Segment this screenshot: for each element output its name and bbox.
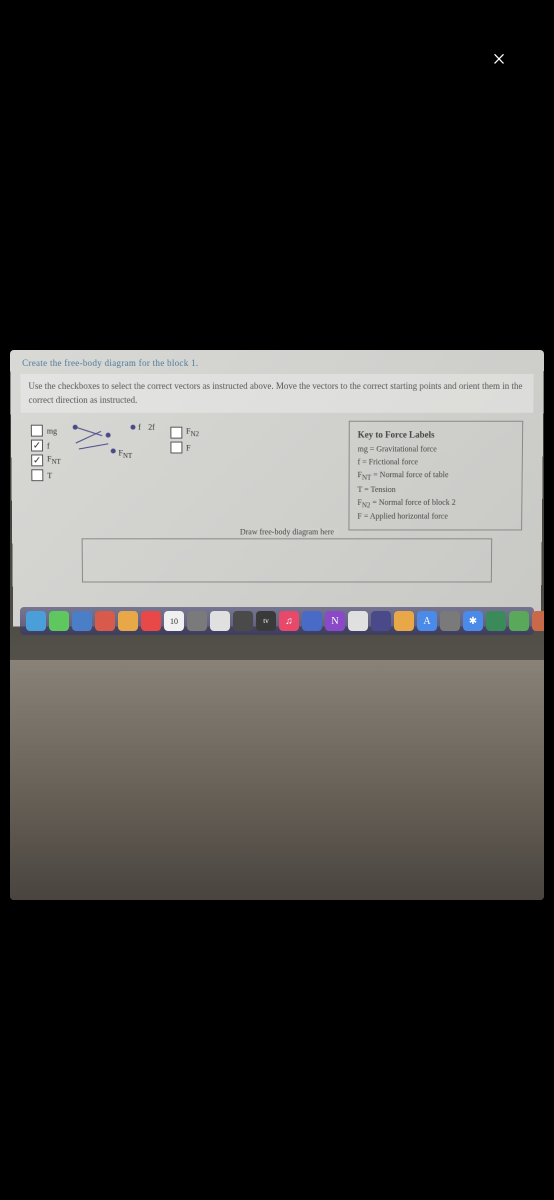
dock-calendar-icon[interactable]: 10 <box>164 611 184 631</box>
key-title: Key to Force Labels <box>358 428 515 442</box>
free-body-diagram-box[interactable]: Draw free-body diagram here <box>82 538 493 582</box>
vector-dot[interactable] <box>130 425 135 430</box>
key-legend: Key to Force Labels mg = Gravitational f… <box>348 421 523 531</box>
key-item: f = Frictional force <box>358 457 514 470</box>
dock-mail-icon[interactable] <box>95 611 115 631</box>
key-item: mg = Gravitational force <box>358 444 514 457</box>
dock-music-icon[interactable]: ♫ <box>279 611 299 631</box>
instructions: Use the checkboxes to select the correct… <box>20 374 533 413</box>
checkbox-fnt[interactable] <box>31 454 43 466</box>
checkbox-F[interactable] <box>170 442 182 454</box>
dock-messages-icon[interactable] <box>49 611 69 631</box>
checkbox-row-t: T <box>31 469 61 481</box>
dock-finder-icon[interactable] <box>26 611 46 631</box>
computer-screen: Create the free-body diagram for the blo… <box>10 350 544 626</box>
dock-app-icon[interactable] <box>210 611 230 631</box>
key-item: F = Applied horizontal force <box>357 511 513 524</box>
vector-label-2f: 2f <box>148 423 155 432</box>
checkbox-row-mg: mg <box>31 425 61 437</box>
diagram-box-label: Draw free-body diagram here <box>236 528 338 537</box>
dock-app-icon[interactable] <box>141 611 161 631</box>
close-button[interactable]: × <box>484 45 514 75</box>
checkbox-row-F: F <box>170 442 199 454</box>
checkbox-label-mg: mg <box>47 426 57 435</box>
checkbox-mg[interactable] <box>31 425 43 437</box>
vector-line <box>75 431 101 444</box>
dock-appstore-icon[interactable]: A <box>417 611 437 631</box>
checkbox-column-right: FN2 F <box>170 423 199 454</box>
macos-dock: 10 tv ♫ N A ✱ <box>20 607 534 635</box>
dock-onenote-icon[interactable]: N <box>325 611 345 631</box>
page-header: Create the free-body diagram for the blo… <box>10 350 544 372</box>
checkbox-t[interactable] <box>31 469 43 481</box>
dock-app-icon[interactable] <box>302 611 322 631</box>
dock-appletv-icon[interactable]: tv <box>256 611 276 631</box>
checkbox-f[interactable] <box>31 440 43 452</box>
vector-dot[interactable] <box>111 449 116 454</box>
dock-app-icon[interactable] <box>394 611 414 631</box>
dock-app-icon[interactable] <box>509 611 529 631</box>
vector-dot[interactable] <box>105 433 110 438</box>
checkbox-row-fn2: FN2 <box>170 427 199 439</box>
dock-bluetooth-icon[interactable]: ✱ <box>463 611 483 631</box>
checkbox-label-F: F <box>186 443 190 452</box>
vector-label-f: f <box>138 423 141 432</box>
vector-label-fnt: FNT <box>118 449 132 460</box>
main-content: mg f FNT T <box>11 421 543 531</box>
dock-photos-icon[interactable] <box>118 611 138 631</box>
key-item: FNT = Normal force of table <box>358 469 514 484</box>
dock-app-icon[interactable] <box>371 611 391 631</box>
checkbox-label-fnt: FNT <box>47 455 61 466</box>
photo-preview: Create the free-body diagram for the blo… <box>10 350 544 900</box>
checkbox-label-t: T <box>47 471 52 480</box>
dock-app-icon[interactable] <box>486 611 506 631</box>
checkbox-row-f: f <box>31 440 61 452</box>
dock-app-icon[interactable] <box>440 611 460 631</box>
dock-safari-icon[interactable] <box>72 611 92 631</box>
desk-surface: Admin. <box>10 660 544 900</box>
dock-app-icon[interactable] <box>233 611 253 631</box>
vector-line <box>79 443 109 449</box>
dock-app-icon[interactable] <box>532 611 544 631</box>
checkbox-row-fnt: FNT <box>31 454 61 466</box>
checkbox-label-f: f <box>47 441 50 450</box>
checkbox-fn2[interactable] <box>170 427 182 439</box>
dock-app-icon[interactable] <box>187 611 207 631</box>
checkbox-column-left: mg f FNT T <box>31 421 62 531</box>
checkbox-label-fn2: FN2 <box>186 427 199 439</box>
key-item: T = Tension <box>357 484 513 497</box>
key-item: FN2 = Normal force of block 2 <box>357 497 513 512</box>
dock-app-icon[interactable] <box>348 611 368 631</box>
vector-diagram[interactable]: f 2f FNT FN2 F <box>70 421 338 480</box>
